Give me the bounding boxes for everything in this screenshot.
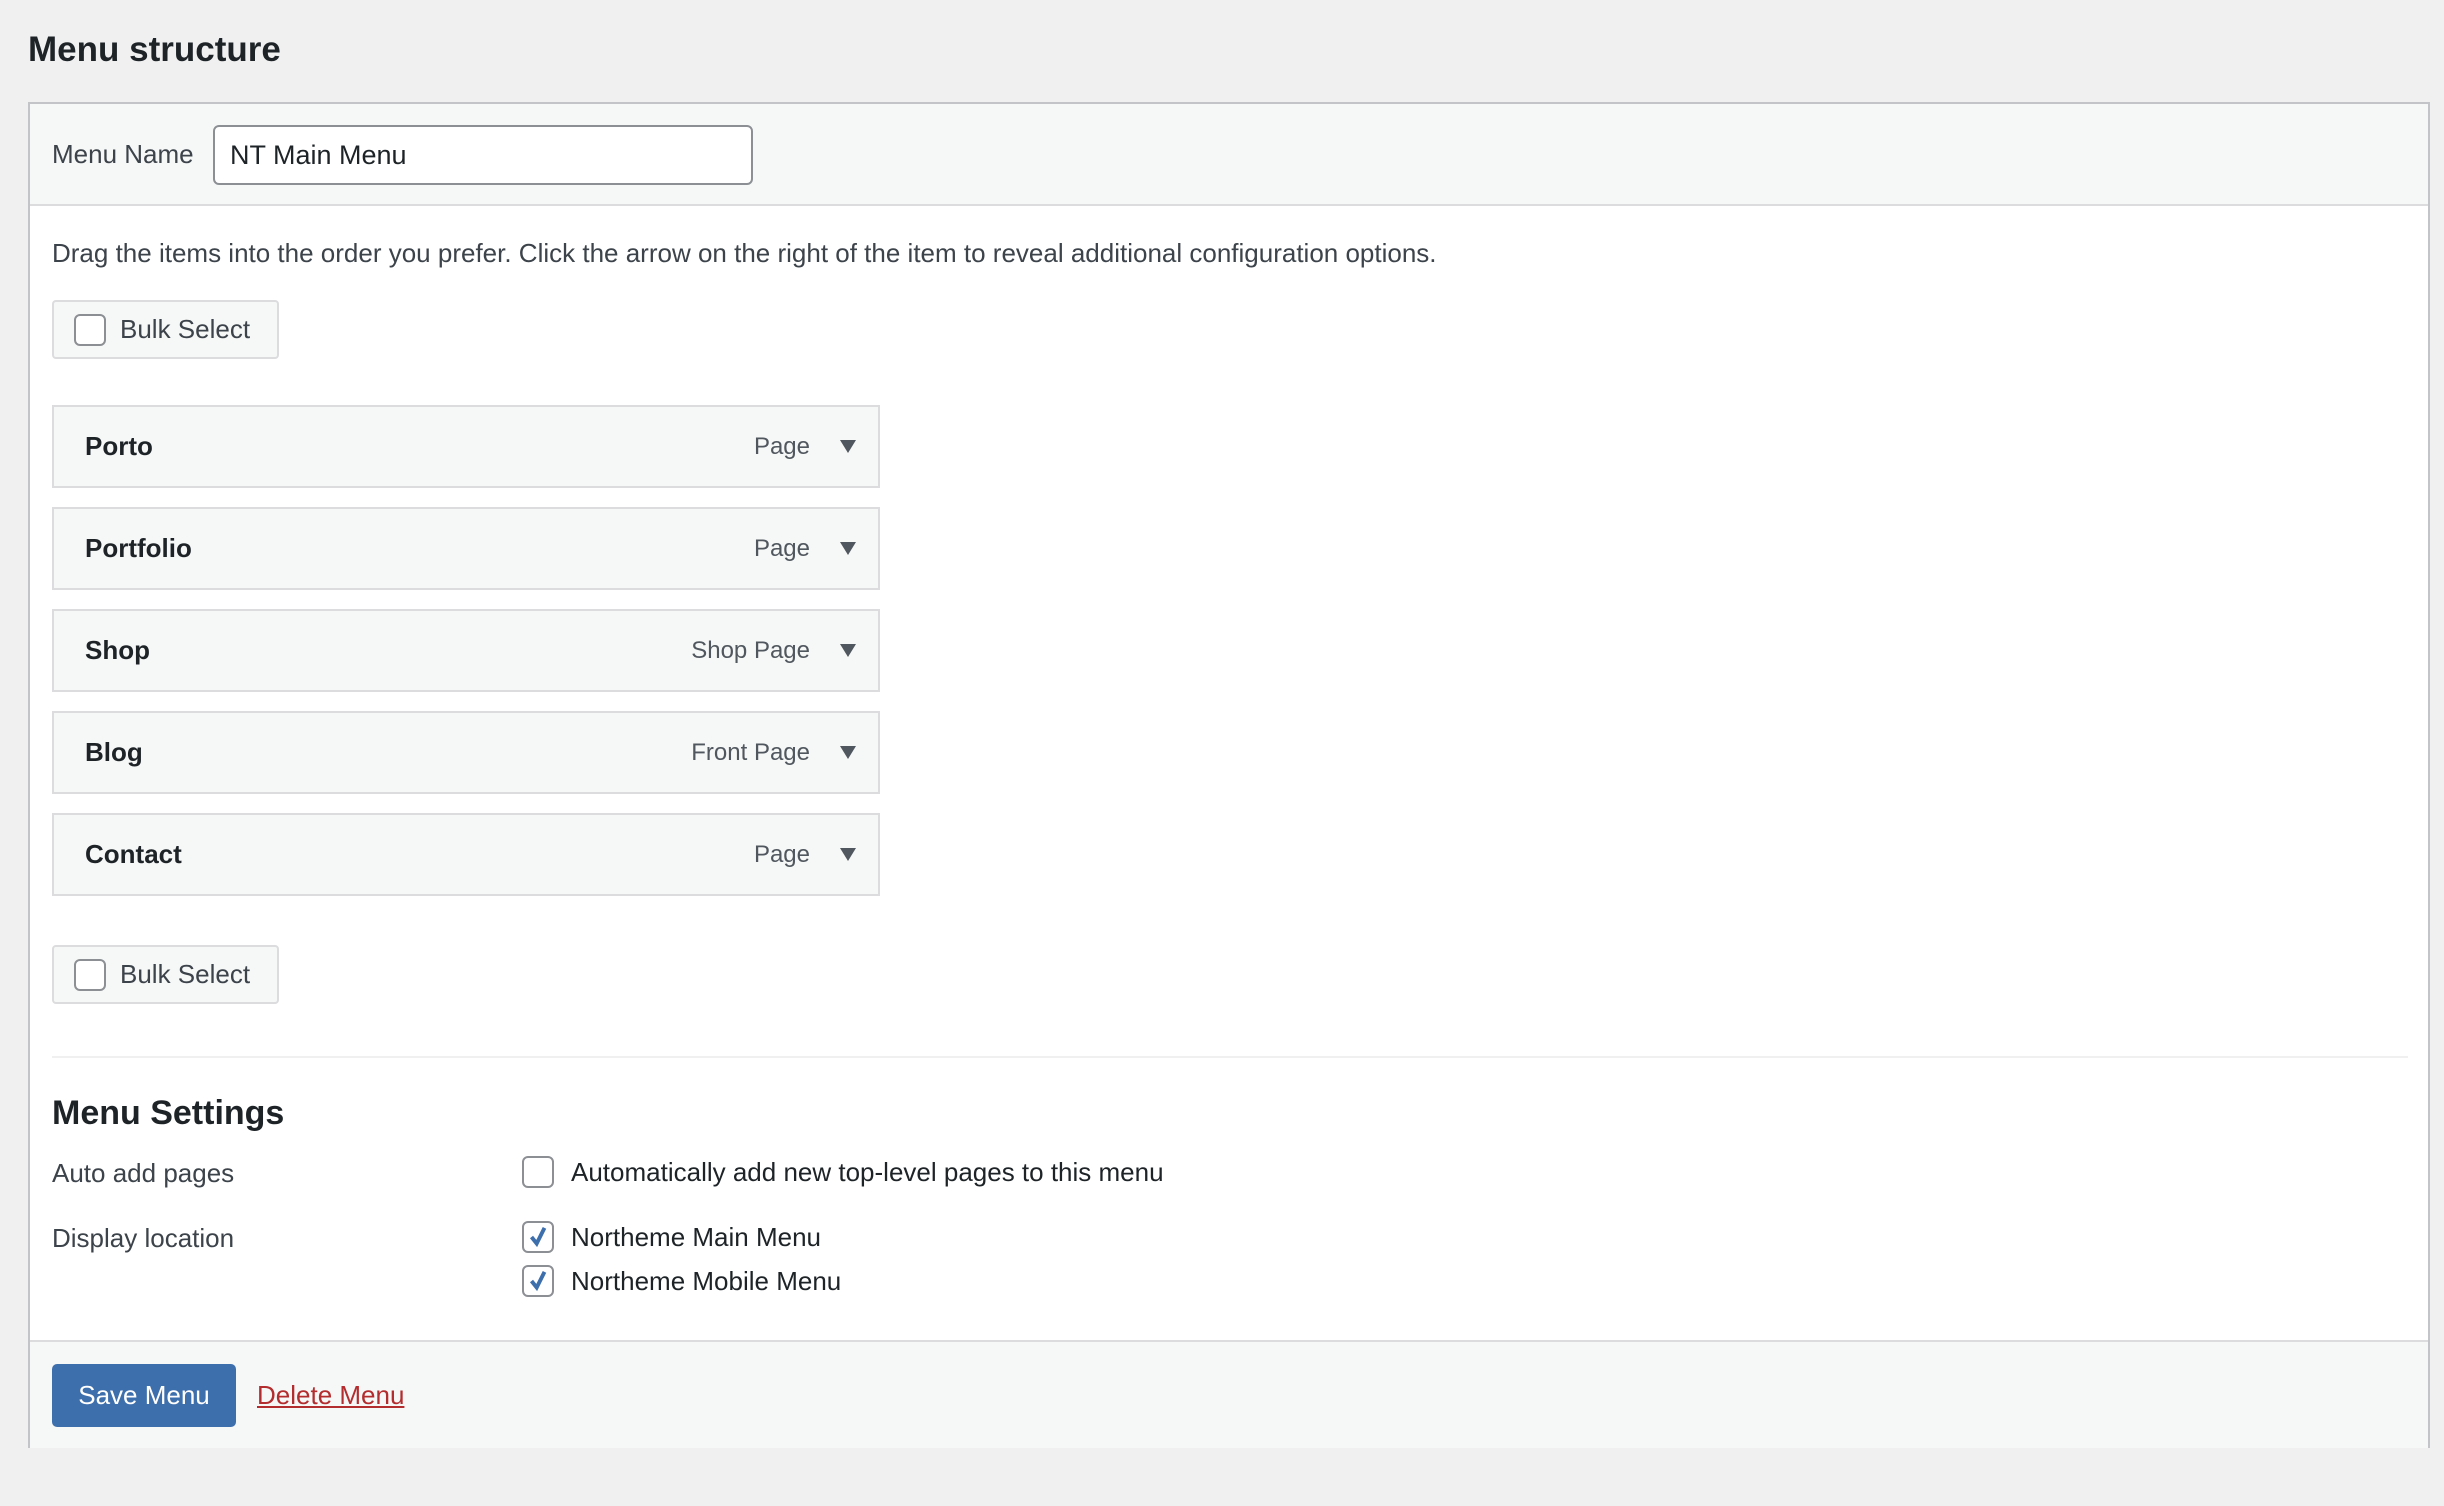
menu-item-type: Page [753, 840, 810, 868]
menu-name-label: Menu Name [52, 139, 194, 169]
menu-item-title: Contact [85, 839, 182, 869]
auto-add-option-label: Automatically add new top-level pages to… [571, 1156, 1164, 1187]
bulk-select-label: Bulk Select [120, 314, 251, 344]
instructions: Drag the items into the order you prefer… [52, 238, 1437, 268]
menu-footer: Save Menu Delete Menu [30, 1340, 2428, 1448]
auto-add-checkbox[interactable]: Automatically add new top-level pages to… [522, 1156, 1164, 1188]
page-title: Menu structure [28, 30, 281, 69]
menu-item[interactable]: Contact Page [52, 813, 880, 896]
menu-item[interactable]: Blog Front Page [52, 711, 880, 794]
expand-arrow-icon[interactable] [840, 746, 856, 759]
expand-arrow-icon[interactable] [840, 848, 856, 861]
location-main-menu-checkbox[interactable]: Northeme Main Menu [522, 1221, 821, 1253]
save-menu-button[interactable]: Save Menu [52, 1364, 236, 1427]
menu-item-title: Blog [85, 737, 143, 767]
bulk-select-top[interactable]: Bulk Select [52, 300, 279, 359]
bulk-select-bottom[interactable]: Bulk Select [52, 945, 279, 1004]
menu-item-type: Page [753, 432, 810, 460]
menu-item[interactable]: Portfolio Page [52, 507, 880, 590]
expand-arrow-icon[interactable] [840, 644, 856, 657]
menu-item-title: Portfolio [85, 533, 192, 563]
menu-item[interactable]: Porto Page [52, 405, 880, 488]
menu-name-input[interactable]: NT Main Menu [213, 125, 753, 185]
menu-item-title: Porto [85, 431, 153, 461]
menu-structure-panel: Menu Name NT Main Menu Drag the items in… [28, 102, 2430, 1448]
delete-menu-link[interactable]: Delete Menu [257, 1380, 404, 1411]
location-option-label: Northeme Mobile Menu [571, 1265, 842, 1296]
display-location-label: Display location [52, 1223, 235, 1253]
checkbox-icon[interactable] [74, 958, 106, 991]
bulk-select-label: Bulk Select [120, 959, 251, 989]
checkbox-icon[interactable] [74, 313, 106, 346]
location-mobile-menu-checkbox[interactable]: Northeme Mobile Menu [522, 1265, 841, 1297]
menu-item[interactable]: Shop Shop Page [52, 609, 880, 692]
menu-item-type: Front Page [691, 738, 810, 766]
menu-header: Menu Name NT Main Menu [30, 104, 2428, 206]
checkbox-icon[interactable] [522, 1156, 554, 1188]
menu-settings-heading: Menu Settings [52, 1094, 285, 1132]
divider [52, 1056, 2408, 1058]
expand-arrow-icon[interactable] [840, 440, 856, 453]
menu-item-title: Shop [85, 635, 150, 665]
expand-arrow-icon[interactable] [840, 542, 856, 555]
menu-item-type: Shop Page [691, 636, 810, 664]
auto-add-label: Auto add pages [52, 1158, 235, 1188]
menu-item-type: Page [753, 534, 810, 562]
checkmark-icon[interactable] [522, 1221, 554, 1253]
location-option-label: Northeme Main Menu [571, 1221, 821, 1252]
checkmark-icon[interactable] [522, 1265, 554, 1297]
